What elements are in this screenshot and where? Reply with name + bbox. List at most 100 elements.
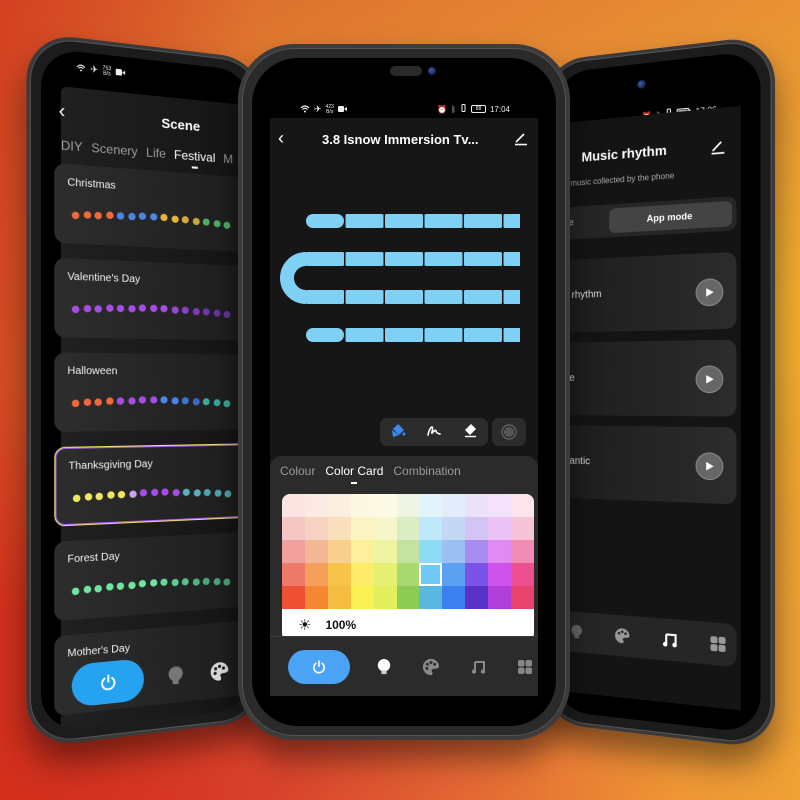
nav-light[interactable]	[372, 654, 397, 680]
scene-card-christmas[interactable]: Christmas	[54, 163, 252, 253]
color-swatch[interactable]	[442, 540, 466, 563]
edit-icon[interactable]	[710, 139, 725, 155]
strip-segment[interactable]	[464, 328, 502, 342]
color-swatch[interactable]	[396, 517, 420, 540]
strip-segment[interactable]	[345, 290, 384, 304]
strip-segment[interactable]	[424, 252, 463, 266]
color-swatch[interactable]	[511, 517, 534, 540]
nav-more[interactable]	[704, 629, 732, 659]
color-swatch[interactable]	[373, 563, 397, 586]
rhythm-item[interactable]: c rhythm	[554, 251, 737, 333]
strip-segment[interactable]	[385, 290, 423, 304]
color-swatch[interactable]	[419, 517, 443, 540]
tab-life[interactable]: Life	[146, 145, 166, 161]
color-swatch[interactable]	[442, 586, 466, 609]
strip-segment[interactable]	[306, 214, 344, 228]
color-swatch[interactable]	[350, 517, 374, 540]
color-swatch[interactable]	[511, 586, 534, 609]
color-swatch[interactable]	[488, 563, 512, 586]
strip-segment[interactable]	[306, 290, 344, 304]
color-swatch[interactable]	[419, 586, 443, 609]
chevron-left-icon[interactable]: ‹	[59, 100, 66, 122]
rhythm-item[interactable]: ne	[554, 339, 737, 417]
color-swatch[interactable]	[465, 494, 489, 517]
color-swatch[interactable]	[511, 540, 534, 563]
color-swatch[interactable]	[327, 586, 351, 609]
color-swatch[interactable]	[373, 586, 397, 609]
color-swatch[interactable]	[465, 517, 489, 540]
tab-festival[interactable]: Festival	[174, 147, 215, 165]
strip-bend[interactable]	[280, 252, 307, 304]
color-swatch[interactable]	[442, 563, 466, 586]
tab-scenery[interactable]: Scenery	[91, 140, 138, 159]
eraser-button[interactable]	[462, 422, 478, 443]
play-button[interactable]	[695, 452, 724, 481]
strip-segment[interactable]	[345, 252, 384, 266]
color-swatch[interactable]	[304, 563, 328, 586]
color-swatch[interactable]	[350, 563, 374, 586]
color-swatch[interactable]	[350, 540, 374, 563]
strip-segment[interactable]	[306, 328, 344, 342]
record-button[interactable]	[492, 418, 526, 446]
play-button[interactable]	[695, 277, 724, 307]
color-swatch[interactable]	[327, 563, 351, 586]
light-strip-layout[interactable]	[280, 208, 520, 348]
color-swatch[interactable]	[465, 540, 489, 563]
color-swatch[interactable]	[373, 540, 397, 563]
strip-segment[interactable]	[345, 328, 384, 342]
color-swatch[interactable]	[282, 563, 305, 586]
scene-card-halloween[interactable]: Halloween	[54, 352, 252, 432]
color-swatch[interactable]	[396, 494, 420, 517]
strip-segment[interactable]	[345, 214, 384, 228]
edit-icon[interactable]	[514, 132, 528, 146]
brush-button[interactable]	[426, 422, 442, 443]
strip-segment[interactable]	[385, 252, 423, 266]
nav-color[interactable]	[207, 657, 233, 686]
color-swatch[interactable]	[350, 586, 374, 609]
strip-segment[interactable]	[424, 328, 463, 342]
nav-music[interactable]	[466, 654, 491, 680]
play-button[interactable]	[695, 365, 724, 394]
color-swatch[interactable]	[304, 517, 328, 540]
rhythm-item[interactable]: nantic	[554, 425, 737, 505]
power-button[interactable]	[288, 649, 350, 684]
strip-segment[interactable]	[503, 290, 521, 304]
color-swatch[interactable]	[419, 540, 443, 563]
scene-card-forest-day[interactable]: Forest Day	[54, 531, 252, 622]
nav-light[interactable]	[162, 661, 188, 690]
strip-segment[interactable]	[464, 252, 502, 266]
color-swatch[interactable]	[304, 586, 328, 609]
nav-music[interactable]	[656, 625, 683, 655]
color-swatch[interactable]	[442, 494, 466, 517]
strip-segment[interactable]	[424, 290, 463, 304]
color-swatch[interactable]	[488, 586, 512, 609]
color-swatch[interactable]	[396, 540, 420, 563]
color-swatch[interactable]	[327, 494, 351, 517]
strip-segment[interactable]	[464, 290, 502, 304]
color-swatch[interactable]	[282, 586, 305, 609]
strip-segment[interactable]	[464, 214, 502, 228]
tab-diy[interactable]: DIY	[61, 138, 83, 155]
strip-segment[interactable]	[385, 214, 423, 228]
nav-color[interactable]	[419, 654, 444, 680]
color-swatch[interactable]	[488, 517, 512, 540]
color-swatch[interactable]	[511, 494, 534, 517]
color-swatch[interactable]	[373, 494, 397, 517]
tab-combination[interactable]: Combination	[393, 464, 460, 478]
color-swatch[interactable]	[282, 540, 305, 563]
color-swatch[interactable]	[282, 517, 305, 540]
color-swatch[interactable]	[304, 540, 328, 563]
mode-option-app[interactable]: App mode	[609, 200, 733, 234]
color-swatch[interactable]	[465, 563, 489, 586]
color-swatch[interactable]	[465, 586, 489, 609]
nav-color[interactable]	[609, 621, 635, 650]
color-swatch[interactable]	[442, 517, 466, 540]
color-swatch[interactable]	[396, 586, 420, 609]
strip-segment[interactable]	[503, 252, 521, 266]
color-swatch[interactable]	[419, 494, 443, 517]
tab-colour[interactable]: Colour	[280, 464, 315, 478]
color-swatch[interactable]	[488, 494, 512, 517]
color-swatch[interactable]	[396, 563, 420, 586]
paint-bucket-button[interactable]	[390, 422, 406, 443]
color-swatch[interactable]	[511, 563, 534, 586]
